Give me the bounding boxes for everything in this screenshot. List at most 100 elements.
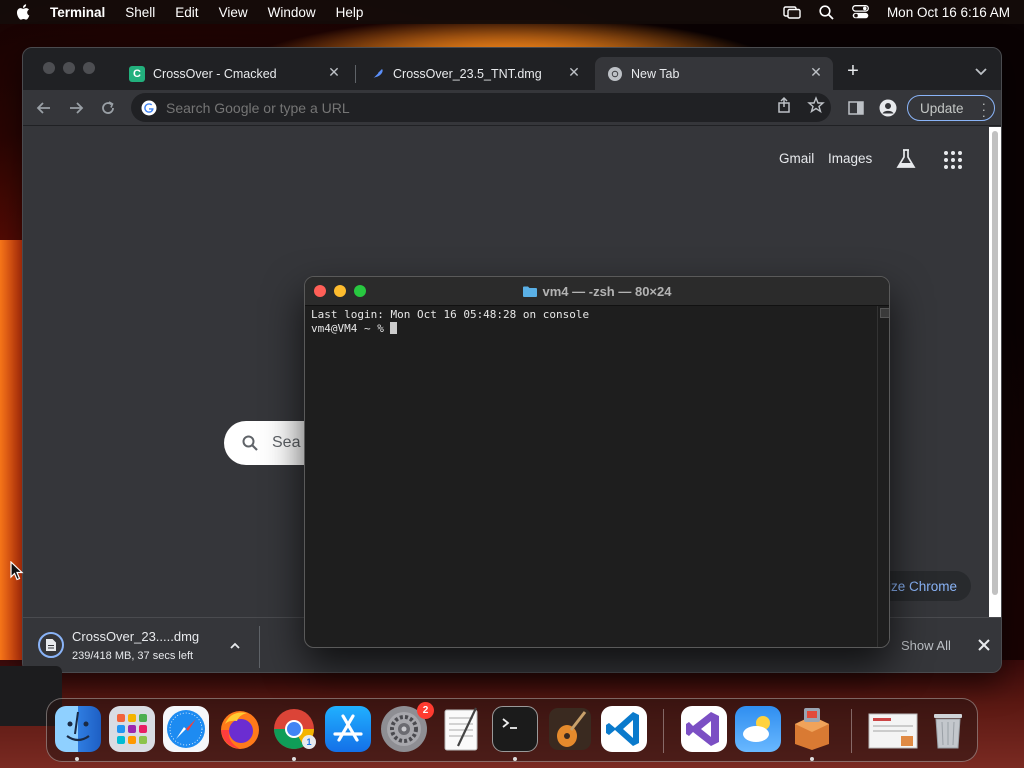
download-status: 239/418 MB, 37 secs left — [72, 650, 194, 662]
dock-separator — [663, 709, 664, 753]
menu-clock[interactable]: Mon Oct 16 6:16 AM — [887, 5, 1010, 20]
chrome-toolbar: Update ··· — [23, 90, 1001, 126]
download-filename[interactable]: CrossOver_23.....dmg — [72, 629, 199, 644]
spotlight-search-icon[interactable] — [819, 4, 834, 20]
firefox-icon[interactable] — [217, 706, 263, 752]
images-link[interactable]: Images — [828, 151, 872, 166]
labs-flask-icon[interactable] — [895, 148, 917, 170]
search-box-placeholder: Sea — [272, 434, 301, 451]
menu-bar: Terminal Shell Edit View Window Help Mon… — [0, 0, 1024, 24]
tab-title: CrossOver - Cmacked — [153, 66, 277, 81]
visual-studio-icon[interactable] — [681, 706, 727, 752]
trash-icon[interactable] — [925, 706, 971, 752]
menu-help[interactable]: Help — [336, 5, 364, 20]
bookmark-star-icon[interactable] — [807, 96, 825, 114]
customize-chrome-label: ize Chrome — [887, 578, 957, 594]
system-settings-icon[interactable]: 2 — [381, 702, 434, 752]
dock: 1 2 — [46, 698, 978, 762]
launchpad-icon[interactable] — [109, 706, 155, 752]
share-icon[interactable] — [775, 96, 793, 114]
menu-shell[interactable]: Shell — [125, 5, 155, 20]
feather-favicon-icon — [369, 66, 385, 82]
settings-update-badge: 2 — [417, 702, 434, 719]
crossover-running-dot — [810, 757, 814, 761]
menu-edit[interactable]: Edit — [175, 5, 198, 20]
chrome-download-badge: 1 — [302, 735, 316, 749]
update-label: Update — [920, 100, 964, 116]
tab-title: New Tab — [631, 66, 680, 81]
terminal-prompt: vm4@VM4 ~ % — [311, 322, 391, 335]
update-button[interactable]: Update · · · — [907, 95, 995, 122]
terminal-line-login: Last login: Mon Oct 16 05:48:28 on conso… — [311, 308, 590, 321]
close-icon[interactable] — [977, 638, 991, 652]
finder-running-dot — [75, 757, 79, 761]
terminal-cursor — [390, 322, 398, 334]
tab-crossover-dmg[interactable]: CrossOver_23.5_TNT.dmg ✕ — [357, 57, 591, 90]
weather-icon[interactable] — [735, 706, 781, 752]
download-separator — [259, 626, 260, 668]
tab-close-icon[interactable]: ✕ — [327, 65, 341, 79]
google-g-icon — [141, 100, 157, 115]
chrome-icon[interactable]: 1 — [271, 706, 317, 752]
omnibox-input[interactable] — [166, 99, 726, 116]
window-close-button[interactable] — [43, 62, 55, 74]
apple-icon[interactable] — [14, 3, 30, 21]
safari-icon[interactable] — [163, 706, 209, 752]
google-search-box[interactable]: Sea — [224, 421, 314, 465]
reload-icon[interactable] — [99, 99, 117, 117]
terminal-window[interactable]: vm4 — -zsh — 80×24 Last login: Mon Oct 1… — [304, 276, 890, 648]
window-zoom-button[interactable] — [83, 62, 95, 74]
tab-search-chevron-icon[interactable] — [973, 63, 989, 79]
search-icon — [242, 435, 258, 451]
menu-window[interactable]: Window — [268, 5, 316, 20]
mouse-cursor-icon — [10, 561, 24, 581]
terminal-icon[interactable] — [492, 706, 538, 752]
crossover-icon[interactable] — [789, 706, 835, 752]
google-apps-grid-icon[interactable] — [943, 150, 963, 170]
chrome-favicon-icon — [607, 66, 623, 82]
terminal-titlebar[interactable]: vm4 — -zsh — 80×24 — [305, 277, 889, 306]
textedit-icon[interactable] — [438, 706, 484, 752]
tab-close-icon[interactable]: ✕ — [567, 65, 581, 79]
omnibox[interactable] — [131, 93, 831, 122]
terminal-prompt-line[interactable]: vm4@VM4 ~ % — [311, 322, 871, 336]
terminal-scroll-indicator-icon[interactable] — [880, 308, 889, 318]
forward-arrow-icon[interactable] — [67, 99, 85, 117]
vscode-icon[interactable] — [601, 706, 647, 752]
control-center-icon[interactable] — [851, 5, 869, 19]
tab-new-tab[interactable]: New Tab ✕ — [595, 57, 833, 90]
tab-close-icon[interactable]: ✕ — [809, 65, 823, 79]
finder-icon[interactable] — [55, 706, 101, 752]
terminal-title-text: vm4 — -zsh — 80×24 — [542, 284, 672, 299]
page-scrollbar[interactable] — [989, 127, 1001, 617]
app-store-icon[interactable] — [325, 706, 371, 752]
new-tab-plus-icon[interactable]: + — [843, 61, 863, 82]
terminal-title: vm4 — -zsh — 80×24 — [305, 277, 889, 306]
cmacked-favicon-icon: C — [129, 65, 145, 82]
menu-view[interactable]: View — [219, 5, 248, 20]
back-arrow-icon[interactable] — [35, 99, 53, 117]
more-menu-icon[interactable]: · · · — [982, 97, 986, 122]
document-thumbnail-icon[interactable] — [867, 706, 919, 752]
terminal-output[interactable]: Last login: Mon Oct 16 05:48:28 on conso… — [311, 308, 871, 336]
profile-avatar-icon[interactable] — [879, 99, 897, 117]
tab-title: CrossOver_23.5_TNT.dmg — [393, 66, 542, 81]
window-minimize-button[interactable] — [63, 62, 75, 74]
side-panel-icon[interactable] — [847, 99, 865, 117]
tab-separator — [355, 65, 356, 83]
terminal-scrollbar[interactable] — [877, 306, 889, 647]
chrome-running-dot — [292, 757, 296, 761]
show-all-button[interactable]: Show All — [901, 638, 951, 653]
screen-mirroring-icon[interactable] — [783, 5, 801, 19]
garageband-icon[interactable] — [547, 706, 593, 752]
tab-crossover-cmacked[interactable]: C CrossOver - Cmacked ✕ — [117, 57, 351, 90]
folder-icon — [522, 286, 537, 297]
scrollbar-thumb[interactable] — [992, 131, 998, 595]
terminal-running-dot — [513, 757, 517, 761]
menu-app-name[interactable]: Terminal — [50, 5, 105, 20]
gmail-link[interactable]: Gmail — [779, 151, 814, 166]
tab-strip: C CrossOver - Cmacked ✕ CrossOver_23.5_T… — [23, 48, 1001, 90]
download-progress-icon[interactable] — [38, 632, 64, 658]
dock-separator — [851, 709, 852, 753]
chevron-up-icon[interactable] — [229, 640, 241, 652]
